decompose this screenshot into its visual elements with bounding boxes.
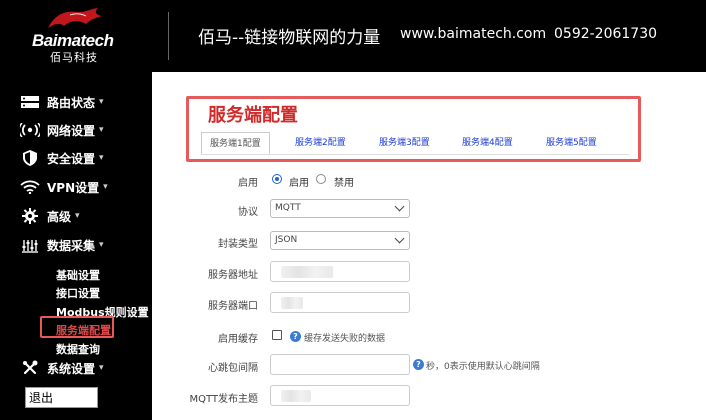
chevron-down-icon: ▾: [103, 182, 108, 192]
sidebar-item-system[interactable]: 系统设置 ▾: [20, 357, 104, 379]
server-address-input[interactable]: [270, 261, 410, 282]
enable-on-radio[interactable]: [272, 174, 282, 184]
sidebar-item-network[interactable]: 网络设置 ▾: [20, 119, 104, 141]
heartbeat-hint: 秒，0表示使用默认心跳间隔: [426, 362, 540, 372]
enable-label: 启用: [238, 178, 258, 189]
sidebar-item-label: 安全设置: [47, 151, 96, 166]
redacted-value: [281, 297, 303, 309]
wifi-icon: [20, 179, 40, 195]
cache-label: 启用缓存: [218, 334, 258, 345]
chevron-down-icon: ▾: [99, 153, 104, 163]
highlight-box: [40, 316, 114, 338]
sidebar-item-label: 高级: [47, 209, 72, 224]
sidebar-item-advanced[interactable]: 高级 ▾: [20, 205, 80, 227]
chevron-down-icon: ▾: [99, 125, 104, 135]
chevron-down-icon: [394, 201, 405, 212]
sidebar-subitem-data-query[interactable]: 数据查询: [56, 341, 100, 357]
chevron-down-icon: ▾: [99, 97, 104, 107]
sidebar-subitem-basic-settings[interactable]: 基础设置: [56, 267, 100, 283]
encap-select[interactable]: JSON: [270, 231, 410, 250]
brand-name: Baimatech: [32, 31, 114, 50]
enable-off-label: 禁用: [334, 178, 354, 189]
server-address-label: 服务器地址: [208, 270, 258, 281]
chevron-down-icon: ▾: [75, 211, 80, 221]
page-title: 服务端配置: [208, 105, 298, 126]
help-icon: ?: [413, 359, 424, 370]
tab-server-1[interactable]: 服务端1配置: [201, 132, 270, 154]
sidebar-item-label: 路由状态: [47, 95, 96, 110]
protocol-value: MQTT: [275, 203, 301, 213]
enable-off-radio[interactable]: [316, 174, 326, 184]
top-header: Baimatech 佰马科技 佰马--链接物联网的力量 www.baimatec…: [0, 0, 706, 72]
cache-checkbox[interactable]: [272, 330, 282, 340]
brand-name-cn: 佰马科技: [50, 51, 98, 64]
sidebar-item-label: 数据采集: [47, 238, 96, 253]
protocol-select[interactable]: MQTT: [270, 199, 410, 218]
tab-server-2[interactable]: 服务端2配置: [295, 132, 346, 154]
chevron-down-icon: [394, 233, 405, 244]
server-port-input[interactable]: [270, 292, 410, 313]
slogan: 佰马--链接物联网的力量: [198, 28, 381, 48]
heartbeat-input[interactable]: [270, 354, 410, 375]
chevron-down-icon: ▾: [99, 363, 104, 373]
sidebar-item-data-collection[interactable]: 数据采集 ▾: [20, 234, 104, 256]
logo: Baimatech 佰马科技: [18, 6, 128, 66]
tab-server-3[interactable]: 服务端3配置: [379, 132, 430, 154]
sidebar-subitem-interface-settings[interactable]: 接口设置: [56, 285, 100, 301]
logout-button[interactable]: 退出: [25, 387, 98, 408]
tab-divider: [201, 154, 629, 155]
chevron-down-icon: ▾: [99, 240, 104, 250]
redacted-value: [281, 266, 333, 278]
encap-value: JSON: [275, 235, 298, 245]
heartbeat-label: 心跳包间隔: [208, 363, 258, 374]
enable-on-label: 启用: [289, 178, 309, 189]
equalizer-icon: [20, 237, 40, 253]
tab-server-4[interactable]: 服务端4配置: [462, 132, 513, 154]
sidebar-item-vpn[interactable]: VPN设置 ▾: [20, 176, 108, 198]
sidebar: 路由状态 ▾ 网络设置 ▾ 安全设置 ▾ VPN设置 ▾ 高级 ▾ 数据采集 ▾ 基础设置 …: [0, 72, 152, 420]
server-port-label: 服务器端口: [208, 301, 258, 312]
mqtt-topic-label: MQTT发布主题: [189, 394, 258, 405]
redacted-value: [281, 390, 311, 402]
mqtt-topic-input[interactable]: [270, 385, 410, 406]
sidebar-item-label: VPN设置: [47, 180, 100, 195]
broadcast-icon: [20, 122, 40, 138]
horse-logo-icon: [48, 8, 102, 28]
shield-icon: [20, 150, 40, 166]
header-divider: [168, 12, 169, 60]
gear-icon: [20, 208, 40, 224]
sidebar-item-label: 系统设置: [47, 361, 96, 376]
sidebar-item-label: 网络设置: [47, 123, 96, 138]
sidebar-item-security[interactable]: 安全设置 ▾: [20, 147, 104, 169]
phone-number: 0592-2061730: [554, 26, 658, 42]
server-icon: [20, 94, 40, 110]
protocol-label: 协议: [238, 207, 258, 218]
tab-server-5[interactable]: 服务端5配置: [546, 132, 597, 154]
cache-hint: 缓存发送失败的数据: [304, 334, 386, 344]
sidebar-item-router-status[interactable]: 路由状态 ▾: [20, 91, 104, 113]
encap-label: 封装类型: [218, 239, 258, 250]
tools-icon: [20, 360, 40, 376]
website: www.baimatech.com: [400, 26, 547, 42]
help-icon: ?: [290, 331, 301, 342]
